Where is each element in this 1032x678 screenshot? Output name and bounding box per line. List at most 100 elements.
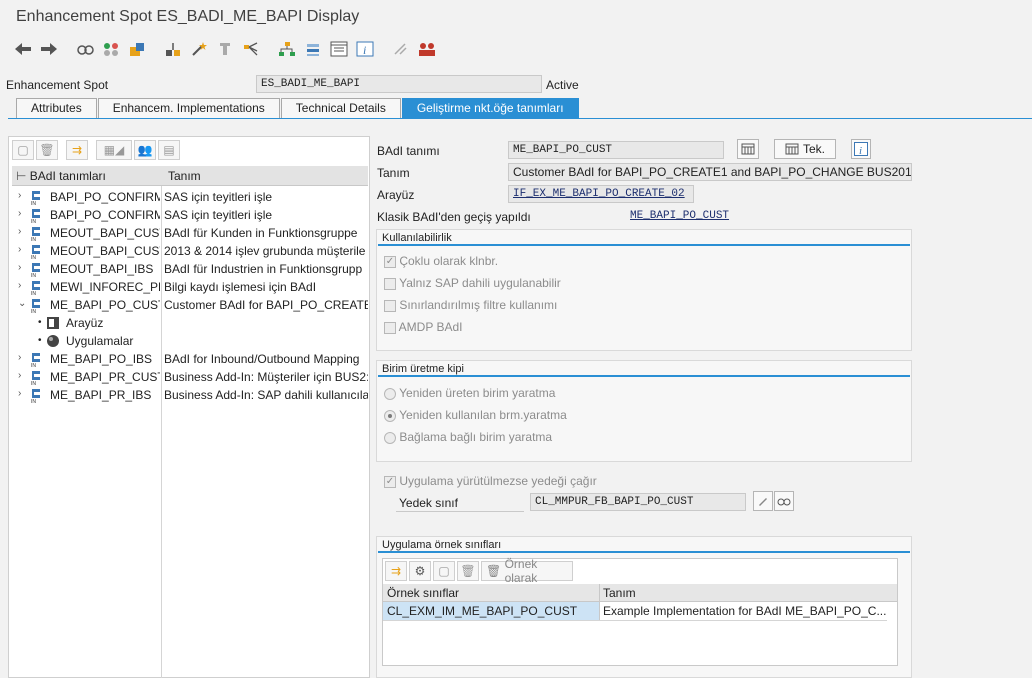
- fallback-checkbox[interactable]: ✓: [384, 475, 396, 488]
- enhance-icon[interactable]: [302, 38, 324, 60]
- default-sample-button[interactable]: 🗑 Örnek olarak: [481, 557, 573, 585]
- default-sample-label: Örnek olarak: [504, 557, 538, 585]
- tek-button[interactable]: Tek.: [774, 139, 836, 159]
- reuse-instance-label: Yeniden kullanılan brm.yaratma: [399, 408, 567, 422]
- tree-row[interactable]: › IN MEOUT_BAPI_CUST 2013 & 2014 işlev grub…: [12, 242, 368, 261]
- interface-field[interactable]: IF_EX_ME_BAPI_PO_CREATE_02: [508, 185, 694, 203]
- tree-row[interactable]: ⌄ IN ME_BAPI_PO_CUST Customer BAdI for BAPI…: [12, 296, 368, 315]
- collapsed-chevron-icon[interactable]: ›: [18, 190, 21, 201]
- layout-menu-icon[interactable]: ▦◢: [96, 140, 132, 160]
- tree-header-col2[interactable]: Tanım: [168, 169, 201, 183]
- multiple-use-checkbox[interactable]: ✓: [384, 255, 396, 268]
- new-instance-option[interactable]: Yeniden üreten birim yaratma: [384, 386, 555, 400]
- tree-row[interactable]: › IN MEOUT_BAPI_CUST BAdI für Kunden in Fun…: [12, 224, 368, 243]
- enhancement-spot-field[interactable]: ES_BADI_ME_BAPI: [256, 75, 542, 93]
- reuse-instance-radio[interactable]: [384, 409, 396, 422]
- sample-delete-icon[interactable]: 🗑: [457, 561, 479, 581]
- tree-row[interactable]: › IN ME_BAPI_PR_IBS Business Add-In: SAP da…: [12, 386, 368, 405]
- interface-icon: [46, 316, 60, 333]
- badi-definition-field[interactable]: ME_BAPI_PO_CUST: [508, 141, 724, 159]
- tree-row[interactable]: › IN BAPI_PO_CONFIRM_ SAS için teyitleri iş…: [12, 206, 368, 225]
- activate-icon[interactable]: [126, 38, 148, 60]
- description-field[interactable]: Customer BAdI for BAPI_PO_CREATE1 and BA…: [508, 163, 912, 181]
- collapsed-chevron-icon[interactable]: ›: [18, 370, 21, 381]
- sample-col-class[interactable]: Örnek sınıflar: [387, 586, 459, 600]
- tab-technical-details[interactable]: Technical Details: [280, 98, 401, 118]
- new-instance-radio[interactable]: [384, 387, 396, 400]
- detail-info-icon[interactable]: i: [851, 139, 871, 159]
- undo-icon[interactable]: [390, 38, 412, 60]
- collapsed-chevron-icon[interactable]: ›: [18, 244, 21, 255]
- fallback-label: Uygulama yürütülmezse yedeği çağır: [399, 474, 597, 488]
- badi-definition-icon: IN: [30, 243, 44, 261]
- tree-row[interactable]: • Uygulamalar: [12, 332, 368, 350]
- tab-attributes[interactable]: Attributes: [16, 98, 97, 118]
- calendar-icon[interactable]: [737, 139, 759, 159]
- tree-row[interactable]: › IN ME_BAPI_PR_CUST Business Add-In: Müşte…: [12, 368, 368, 387]
- delete-icon[interactable]: 🗑: [36, 140, 58, 160]
- sample-navigate-icon[interactable]: ⇉: [385, 561, 407, 581]
- tree-row[interactable]: › IN ME_BAPI_PO_IBS BAdI for Inbound/Outbou…: [12, 350, 368, 369]
- magic-icon[interactable]: [188, 38, 210, 60]
- sample-toolbar: ⇉ ⚙ ▢ 🗑 🗑 Örnek olarak: [385, 557, 575, 585]
- tree-users-icon[interactable]: 👥: [134, 140, 156, 160]
- tree-header-col1[interactable]: ⊢ BAdI tanımları: [16, 169, 106, 183]
- back-icon[interactable]: [12, 38, 34, 60]
- sap-internal-checkbox[interactable]: [384, 277, 396, 290]
- classic-badi-link[interactable]: ME_BAPI_PO_CUST: [630, 210, 729, 222]
- other-object-icon[interactable]: [74, 38, 96, 60]
- navigate-icon[interactable]: [240, 38, 262, 60]
- tree-row[interactable]: • Arayüz: [12, 314, 368, 332]
- context-instance-radio[interactable]: [384, 431, 396, 444]
- document-icon[interactable]: ▤: [158, 140, 180, 160]
- fallback-option[interactable]: ✓ Uygulama yürütülmezse yedeği çağır: [384, 474, 597, 488]
- fallback-label-underline: [396, 511, 524, 512]
- expanded-chevron-icon[interactable]: ⌄: [18, 298, 26, 309]
- object-list-icon[interactable]: [214, 38, 236, 60]
- edit-pencil-icon[interactable]: [753, 491, 773, 511]
- collapsed-chevron-icon[interactable]: ›: [18, 388, 21, 399]
- limited-filter-option[interactable]: Sınırlandırılmış filtre kullanımı: [384, 298, 557, 312]
- tab-enhancement-definitions[interactable]: Geliştirme nkt.öğe tanımları: [401, 98, 579, 118]
- collapsed-chevron-icon[interactable]: ›: [18, 226, 21, 237]
- forward-icon[interactable]: [38, 38, 60, 60]
- badi-definition-icon: IN: [30, 207, 44, 225]
- navigate-tree-icon[interactable]: ⇉: [66, 140, 88, 160]
- display-change-icon[interactable]: [100, 38, 122, 60]
- tree-row[interactable]: › IN MEWI_INFOREC_PR(Bilgi kaydı işlemesi …: [12, 278, 368, 297]
- tree-row[interactable]: › IN MEOUT_BAPI_IBS BAdI für Industrien in …: [12, 260, 368, 279]
- limited-filter-checkbox[interactable]: [384, 299, 396, 312]
- tree-row-description: BAdI für Kunden in Funktionsgruppe: [164, 226, 358, 240]
- sample-row-class[interactable]: CL_EXM_IM_ME_BAPI_PO_CUST: [387, 604, 577, 618]
- sample-settings-icon[interactable]: ⚙: [409, 561, 431, 581]
- new-icon[interactable]: ▢: [12, 140, 34, 160]
- amdp-checkbox[interactable]: [384, 321, 396, 334]
- collapsed-chevron-icon[interactable]: ›: [18, 280, 21, 291]
- tab-enhancement-implementations[interactable]: Enhancem. Implementations: [97, 98, 280, 118]
- collapsed-chevron-icon[interactable]: ›: [18, 262, 21, 273]
- collapsed-chevron-icon[interactable]: ›: [18, 208, 21, 219]
- multiple-use-label: Çoklu olarak klnbr.: [399, 254, 499, 268]
- sample-col-desc[interactable]: Tanım: [603, 586, 636, 600]
- users-icon[interactable]: [416, 38, 438, 60]
- amdp-option[interactable]: AMDP BAdI: [384, 320, 462, 334]
- new-instance-label: Yeniden üreten birim yaratma: [399, 386, 556, 400]
- tree-row[interactable]: › IN BAPI_PO_CONFIRM_ SAS için teyitleri iş…: [12, 188, 368, 207]
- info-icon[interactable]: i: [354, 38, 376, 60]
- sample-row-desc[interactable]: Example Implementation for BAdI ME_BAPI_…: [603, 604, 887, 618]
- sap-internal-label: Yalnız SAP dahili uygulanabilir: [399, 276, 561, 290]
- display-glasses-icon[interactable]: [774, 491, 794, 511]
- tree-row-description: Business Add-In: Müşteriler için BUS2:: [164, 370, 368, 384]
- info-screen-icon[interactable]: [328, 38, 350, 60]
- fallback-class-field[interactable]: CL_MMPUR_FB_BAPI_PO_CUST: [530, 493, 746, 511]
- context-instance-option[interactable]: Bağlama bağlı birim yaratma: [384, 430, 552, 444]
- collapsed-chevron-icon[interactable]: ›: [18, 352, 21, 363]
- sap-internal-option[interactable]: Yalnız SAP dahili uygulanabilir: [384, 276, 561, 290]
- hierarchy-icon[interactable]: [276, 38, 298, 60]
- reuse-instance-option[interactable]: Yeniden kullanılan brm.yaratma: [384, 408, 567, 422]
- sample-new-icon[interactable]: ▢: [433, 561, 455, 581]
- tree-toolbar: ▢ 🗑 ⇉ ▦◢ 👥 ▤: [12, 140, 182, 160]
- svg-text:IN: IN: [31, 363, 36, 367]
- multiple-use-option[interactable]: ✓ Çoklu olarak klnbr.: [384, 254, 498, 268]
- where-used-icon[interactable]: [162, 38, 184, 60]
